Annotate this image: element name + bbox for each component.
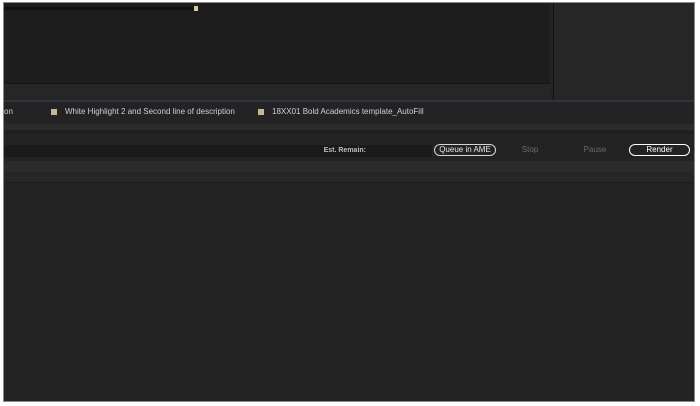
track-label: White Highlight 2 and Second line of des… [65,107,235,116]
est-remain-label: Est. Remain: [323,147,366,154]
render-controls: Est. Remain: Queue in AME Stop Pause Ren… [4,139,694,157]
queue-in-ame-button[interactable]: Queue in AME [434,144,496,156]
render-queue-header [4,161,694,172]
track-item[interactable]: 18XX01 Bold Academics template_AutoFill [258,107,424,116]
render-button[interactable]: Render [629,144,690,156]
render-progress-bar: Est. Remain: [4,145,432,157]
side-panel [553,3,694,100]
render-queue-subheader [4,172,694,183]
pause-button[interactable]: Pause [578,144,612,156]
track-item[interactable]: White Highlight 2 and Second line of des… [51,107,235,116]
color-swatch-icon [258,108,264,115]
stop-button[interactable]: Stop [514,144,546,156]
timeline-ruler[interactable] [4,7,194,10]
track-label: on [4,107,13,116]
playhead-marker[interactable] [194,6,198,11]
color-swatch-icon [51,108,57,115]
monitor-controls-bar [4,83,550,101]
track-item[interactable]: on [4,107,13,116]
track-list: on White Highlight 2 and Second line of … [4,102,694,124]
program-monitor[interactable] [4,3,550,83]
app-window: on White Highlight 2 and Second line of … [3,2,695,402]
track-label: 18XX01 Bold Academics template_AutoFill [272,107,424,116]
track-strip [4,130,694,134]
render-queue-list[interactable] [4,183,694,401]
